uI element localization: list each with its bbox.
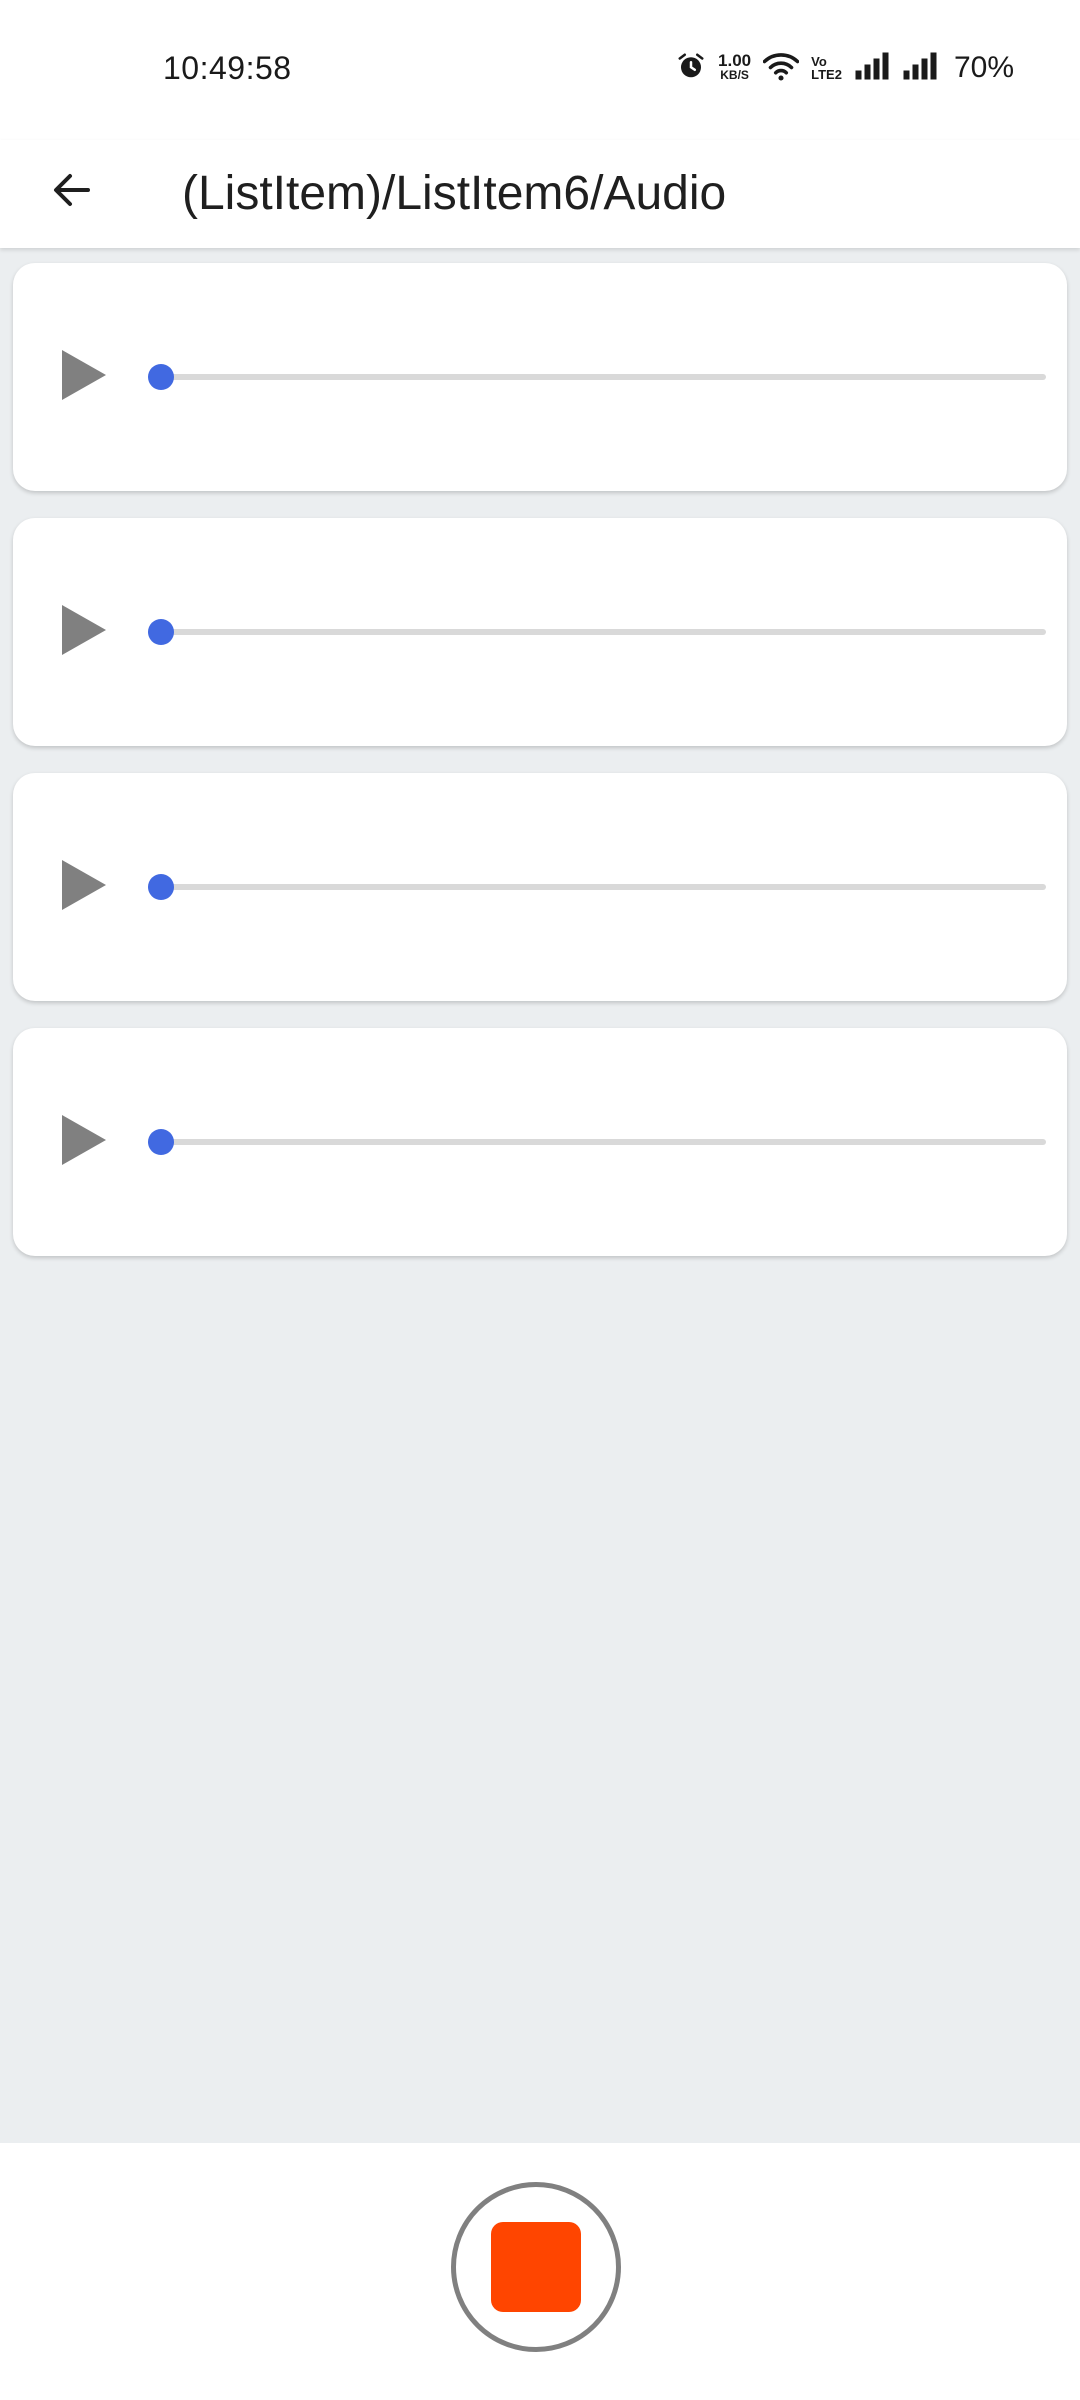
app-bar: (ListItem)/ListItem6/Audio (0, 140, 1080, 248)
net-speed-unit: KB/S (720, 68, 749, 82)
slider-track (148, 374, 1046, 380)
battery-level: 70% (953, 51, 1014, 84)
slider-thumb[interactable] (148, 1129, 174, 1155)
slider-thumb[interactable] (148, 619, 174, 645)
alarm-icon (676, 51, 706, 86)
net-speed: 1.00 KB/S (718, 51, 752, 82)
net-speed-value: 1.00 (718, 51, 752, 70)
audio-item (13, 773, 1067, 1001)
play-icon (58, 1113, 108, 1172)
signal-icon (902, 51, 938, 86)
play-button[interactable] (51, 855, 115, 919)
slider-thumb[interactable] (148, 364, 174, 390)
audio-progress-slider[interactable] (148, 867, 1046, 907)
wifi-icon (762, 51, 800, 86)
status-time: 10:49:58 (163, 50, 292, 86)
volte-bottom: LTE2 (811, 67, 842, 82)
audio-progress-slider[interactable] (148, 612, 1046, 652)
slider-track (148, 1139, 1046, 1145)
arrow-back-icon (48, 166, 96, 219)
audio-item (13, 1028, 1067, 1256)
bottom-bar (0, 2143, 1080, 2400)
play-icon (58, 603, 108, 662)
play-icon (58, 858, 108, 917)
audio-progress-slider[interactable] (148, 357, 1046, 397)
audio-progress-slider[interactable] (148, 1122, 1046, 1162)
slider-track (148, 629, 1046, 635)
audio-item (13, 518, 1067, 746)
slider-track (148, 884, 1046, 890)
status-bar: 10:49:58 1.00 KB/S Vo LTE2 70% (0, 0, 1080, 140)
audio-item (13, 263, 1067, 491)
signal-icon (854, 51, 890, 86)
slider-thumb[interactable] (148, 874, 174, 900)
page-title: (ListItem)/ListItem6/Audio (182, 167, 727, 220)
play-icon (58, 348, 108, 407)
play-button[interactable] (51, 345, 115, 409)
back-button[interactable] (30, 150, 114, 234)
status-icons: 1.00 KB/S Vo LTE2 70% (676, 48, 1014, 88)
screen: 10:49:58 1.00 KB/S Vo LTE2 70% (ListItem… (0, 0, 1080, 2400)
volte-indicator: Vo LTE2 (811, 55, 842, 81)
play-button[interactable] (51, 600, 115, 664)
stop-icon (491, 2222, 581, 2312)
play-button[interactable] (51, 1110, 115, 1174)
stop-recording-button[interactable] (451, 2182, 621, 2352)
